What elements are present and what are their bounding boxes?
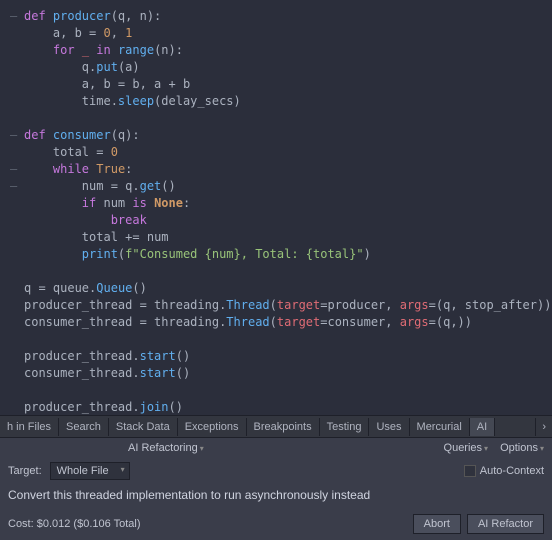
target-dropdown[interactable]: Whole File — [50, 462, 130, 480]
code-line[interactable]: consumer_thread = threading.Thread(targe… — [4, 314, 548, 331]
panel-title: AI Refactoring — [128, 442, 198, 454]
tab-stack-data[interactable]: Stack Data — [109, 418, 178, 436]
tab-search[interactable]: Search — [59, 418, 109, 436]
fold-marker — [10, 297, 24, 314]
prompt-input[interactable]: Convert this threaded implementation to … — [0, 484, 552, 506]
code-line[interactable] — [4, 331, 548, 348]
code-line[interactable]: q = queue.Queue() — [4, 280, 548, 297]
tab-ai[interactable]: AI — [470, 418, 495, 436]
code-line[interactable]: q.put(a) — [4, 59, 548, 76]
ai-refactor-button[interactable]: AI Refactor — [467, 514, 544, 534]
fold-marker — [10, 280, 24, 297]
code-line[interactable]: total = 0 — [4, 144, 548, 161]
target-label: Target: — [8, 465, 42, 477]
code-line[interactable]: total += num — [4, 229, 548, 246]
tab-bar: h in FilesSearchStack DataExceptionsBrea… — [0, 416, 552, 438]
tab-testing[interactable]: Testing — [320, 418, 370, 436]
tab-h-in-files[interactable]: h in Files — [0, 418, 59, 436]
code-line[interactable]: break — [4, 212, 548, 229]
code-line[interactable]: — while True: — [4, 161, 548, 178]
fold-marker[interactable]: — — [10, 127, 24, 144]
code-editor[interactable]: —def producer(q, n): a, b = 0, 1 for _ i… — [0, 0, 552, 415]
fold-marker — [10, 212, 24, 229]
fold-marker — [10, 314, 24, 331]
auto-context-checkbox[interactable] — [464, 465, 476, 477]
code-line[interactable]: producer_thread.join() — [4, 399, 548, 415]
code-line[interactable]: a, b = b, a + b — [4, 76, 548, 93]
fold-marker — [10, 195, 24, 212]
chevron-down-icon[interactable]: ▾ — [200, 444, 204, 453]
code-line[interactable] — [4, 263, 548, 280]
code-line[interactable]: —def producer(q, n): — [4, 8, 548, 25]
fold-marker — [10, 348, 24, 365]
code-line[interactable]: time.sleep(delay_secs) — [4, 93, 548, 110]
fold-marker — [10, 93, 24, 110]
abort-button[interactable]: Abort — [413, 514, 461, 534]
code-line[interactable] — [4, 382, 548, 399]
tab-uses[interactable]: Uses — [369, 418, 409, 436]
tab-mercurial[interactable]: Mercurial — [410, 418, 470, 436]
queries-menu[interactable]: Queries▾ — [444, 442, 489, 454]
fold-marker — [10, 110, 24, 127]
fold-marker — [10, 331, 24, 348]
cost-label: Cost: $0.012 ($0.106 Total) — [8, 518, 141, 530]
code-line[interactable]: consumer_thread.start() — [4, 365, 548, 382]
fold-marker — [10, 382, 24, 399]
fold-marker — [10, 246, 24, 263]
fold-marker — [10, 144, 24, 161]
fold-marker — [10, 399, 24, 415]
code-line[interactable]: — num = q.get() — [4, 178, 548, 195]
fold-marker — [10, 229, 24, 246]
fold-marker — [10, 365, 24, 382]
fold-marker — [10, 25, 24, 42]
code-line[interactable] — [4, 110, 548, 127]
fold-marker — [10, 76, 24, 93]
panel-footer: Cost: $0.012 ($0.106 Total) Abort AI Ref… — [0, 508, 552, 540]
fold-marker[interactable]: — — [10, 8, 24, 25]
code-line[interactable]: producer_thread.start() — [4, 348, 548, 365]
auto-context-label: Auto-Context — [480, 465, 544, 477]
code-line[interactable]: print(f"Consumed {num}, Total: {total}") — [4, 246, 548, 263]
code-line[interactable]: for _ in range(n): — [4, 42, 548, 59]
tab-scroll-right-icon[interactable]: › — [535, 418, 552, 436]
code-line[interactable]: —def consumer(q): — [4, 127, 548, 144]
fold-marker — [10, 59, 24, 76]
fold-marker — [10, 263, 24, 280]
options-menu[interactable]: Options▾ — [500, 442, 544, 454]
target-row: Target: Whole File Auto-Context — [0, 458, 552, 484]
fold-marker — [10, 42, 24, 59]
panel-header: AI Refactoring ▾ Queries▾ Options▾ — [0, 438, 552, 458]
code-line[interactable]: producer_thread = threading.Thread(targe… — [4, 297, 548, 314]
code-line[interactable]: if num is None: — [4, 195, 548, 212]
bottom-panel: h in FilesSearchStack DataExceptionsBrea… — [0, 415, 552, 540]
fold-marker[interactable]: — — [10, 161, 24, 178]
code-line[interactable]: a, b = 0, 1 — [4, 25, 548, 42]
fold-marker[interactable]: — — [10, 178, 24, 195]
tab-breakpoints[interactable]: Breakpoints — [247, 418, 320, 436]
tab-exceptions[interactable]: Exceptions — [178, 418, 247, 436]
